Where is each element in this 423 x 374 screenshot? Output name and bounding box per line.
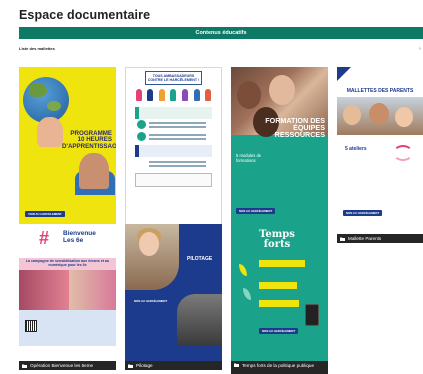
card-label: Pilotage xyxy=(136,363,153,368)
card-mallette-parents[interactable]: MALLETTES DES PARENTS 5 ateliers NON AU … xyxy=(337,67,423,243)
poster-button: NON AU HARCÈLEMENT xyxy=(236,208,276,214)
swirl-decoration xyxy=(393,145,413,161)
poster-subtitle: La campagne de sensibilisation aux écran… xyxy=(25,259,110,267)
phone-illustration xyxy=(305,304,319,326)
poster-title: Bienvenue Les 6e xyxy=(63,230,96,244)
card-thumbnail: # Bienvenue Les 6e La campagne de sensib… xyxy=(19,224,116,361)
poster-title: PILOTAGE xyxy=(187,256,213,262)
card-thumbnail: TOUS AMBASSADEURS CONTRE LE HARCÈLEMENT … xyxy=(125,67,222,234)
card-thumbnail: PROGRAMME 10 HEURES D'APPRENTISSAGE VOIR… xyxy=(19,67,116,234)
people-illustration xyxy=(133,89,214,101)
card-footer: Pilotage xyxy=(125,361,222,370)
card-thumbnail: MALLETTES DES PARENTS 5 ateliers NON AU … xyxy=(337,67,423,234)
folder-icon xyxy=(340,237,345,241)
card-thumbnail: Temps forts NON AU HARCÈLEMENT xyxy=(231,224,328,361)
chevron-right-icon[interactable]: › xyxy=(419,46,421,52)
card-thumbnail: PILOTAGE NON AU HARCÈLEMENT xyxy=(125,224,222,361)
poster-title: TOUS AMBASSADEURS CONTRE LE HARCÈLEMENT … xyxy=(147,74,200,82)
card-operation-bienvenue[interactable]: # Bienvenue Les 6e La campagne de sensib… xyxy=(19,224,116,370)
card-formations[interactable]: FORMATION DES ÉQUIPES RESSOURCES 5 modul… xyxy=(231,67,328,243)
card-temps-forts[interactable]: Temps forts NON AU HARCÈLEMENT Temps for… xyxy=(231,224,328,374)
section-label: Liste des mallettes xyxy=(19,46,55,51)
card-10-heures[interactable]: PROGRAMME 10 HEURES D'APPRENTISSAGE VOIR… xyxy=(19,67,116,243)
poster-button: NON AU HARCÈLEMENT xyxy=(131,298,171,304)
card-pilotage[interactable]: PILOTAGE NON AU HARCÈLEMENT Pilotage xyxy=(125,224,222,370)
card-footer: Temps forts de la politique publique xyxy=(231,361,328,374)
folder-icon xyxy=(234,363,239,367)
office-photo xyxy=(177,294,222,346)
qr-code-icon xyxy=(25,320,37,332)
card-footer: Opération Bienvenue les 6eme xyxy=(19,361,116,370)
page-title: Espace documentaire xyxy=(19,8,151,22)
poster-button: VOIR AU HARCÈLEMENT xyxy=(25,211,65,217)
card-ambassadeurs-college[interactable]: TOUS AMBASSADEURS CONTRE LE HARCÈLEMENT … xyxy=(125,67,222,243)
folder-icon xyxy=(22,364,27,368)
card-label: Temps forts de la politique publique xyxy=(242,363,315,368)
poster-button: NON AU HARCÈLEMENT xyxy=(343,210,383,216)
hashtag-icon: # xyxy=(39,228,50,248)
tab-label: Contenus éducatifs xyxy=(195,30,247,36)
poster-button: NON AU HARCÈLEMENT xyxy=(259,328,299,334)
poster-subtitle: 5 modules de formations xyxy=(236,153,262,163)
card-label: Opération Bienvenue les 6eme xyxy=(30,363,94,368)
poster-title: MALLETTES DES PARENTS xyxy=(346,88,414,94)
folder-icon xyxy=(128,364,133,368)
tab-contenus-educatifs[interactable]: Contenus éducatifs xyxy=(19,27,423,39)
card-thumbnail: FORMATION DES ÉQUIPES RESSOURCES 5 modul… xyxy=(231,67,328,234)
poster-title: FORMATION DES ÉQUIPES RESSOURCES xyxy=(265,116,325,139)
poster-subtitle: 5 ateliers xyxy=(345,146,367,152)
poster-title: Temps forts xyxy=(259,229,295,250)
card-label: Mallette Parents xyxy=(348,236,382,241)
poster-title: PROGRAMME 10 HEURES D'APPRENTISSAGE xyxy=(62,130,116,150)
card-footer: Mallette Parents xyxy=(337,234,423,243)
